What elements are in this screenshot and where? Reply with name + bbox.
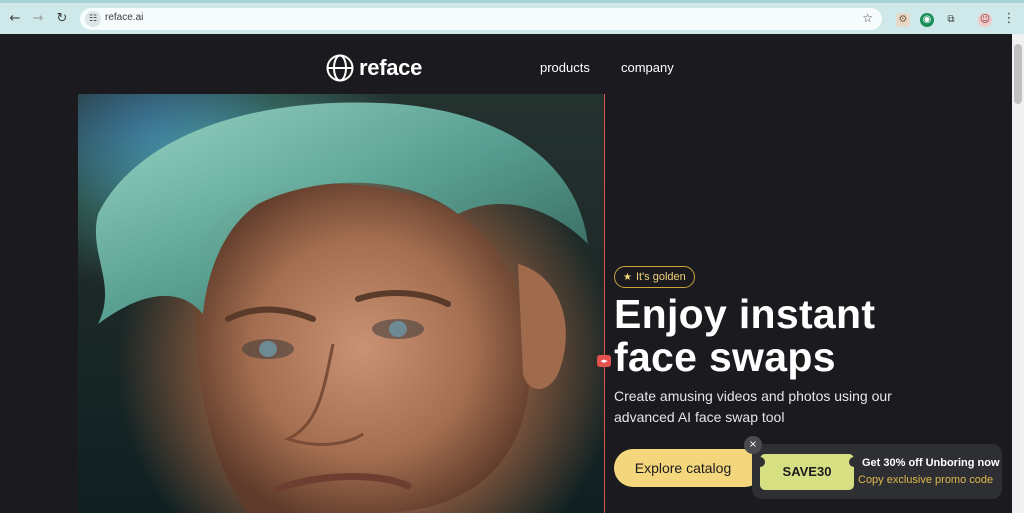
address-bar[interactable]: ☷ reface.ai ☆ xyxy=(80,8,882,30)
bookmark-star-icon[interactable]: ☆ xyxy=(862,11,873,25)
ticket-notch-left xyxy=(755,457,765,467)
promo-title: Get 30% off Unboring now xyxy=(862,457,1000,469)
page-scrollbar[interactable] xyxy=(1012,34,1024,513)
explore-catalog-button[interactable]: Explore catalog xyxy=(614,449,764,487)
url-text[interactable]: reface.ai xyxy=(105,12,143,23)
headline-line-1: Enjoy instant xyxy=(614,291,876,337)
promo-copy-code-link[interactable]: Copy exclusive promo code xyxy=(858,474,993,486)
promo-code-ticket[interactable]: SAVE30 xyxy=(760,454,854,490)
comparison-slider-handle[interactable]: ◂▸ xyxy=(597,355,611,367)
nav-products-link[interactable]: products xyxy=(540,60,590,75)
nav-company-link[interactable]: company xyxy=(621,60,674,75)
badge-label: It's golden xyxy=(635,271,686,283)
reface-page: reface products company ◂▸ ★ It's golden… xyxy=(0,34,1012,513)
scrollbar-thumb[interactable] xyxy=(1014,44,1022,104)
close-icon[interactable]: × xyxy=(744,436,762,454)
browser-toolbar: ← → ↻ ☷ reface.ai ☆ ⚙ ◉ ⧉ ☺ ⋮ xyxy=(0,0,1024,34)
forward-icon[interactable]: → xyxy=(29,10,47,28)
reface-logo[interactable]: reface xyxy=(326,53,422,83)
hero-headline: Enjoy instant face swaps xyxy=(614,293,1004,379)
golden-badge: ★ It's golden xyxy=(614,266,695,288)
site-info-icon[interactable]: ☷ xyxy=(85,11,101,27)
hero-portrait-image xyxy=(78,94,604,513)
grammarly-icon[interactable]: ◉ xyxy=(920,13,934,27)
comparison-divider[interactable] xyxy=(604,94,605,513)
puzzle-icon[interactable]: ⧉ xyxy=(944,13,958,27)
ticket-notch-right xyxy=(849,457,859,467)
portrait-illustration xyxy=(95,102,588,513)
headline-line-2: face swaps xyxy=(614,334,836,380)
star-icon: ★ xyxy=(623,271,632,283)
extension-icon[interactable]: ⚙ xyxy=(896,13,910,27)
reload-icon[interactable]: ↻ xyxy=(53,10,71,28)
browser-menu-icon[interactable]: ⋮ xyxy=(1000,10,1018,28)
promo-banner[interactable]: × SAVE30 Get 30% off Unboring now Copy e… xyxy=(744,436,1002,499)
reface-logo-icon xyxy=(326,54,354,82)
back-icon[interactable]: ← xyxy=(6,10,24,28)
logo-text: reface xyxy=(359,55,423,80)
profile-avatar[interactable]: ☺ xyxy=(978,13,992,27)
hero-subheadline: Create amusing videos and photos using o… xyxy=(614,388,892,425)
